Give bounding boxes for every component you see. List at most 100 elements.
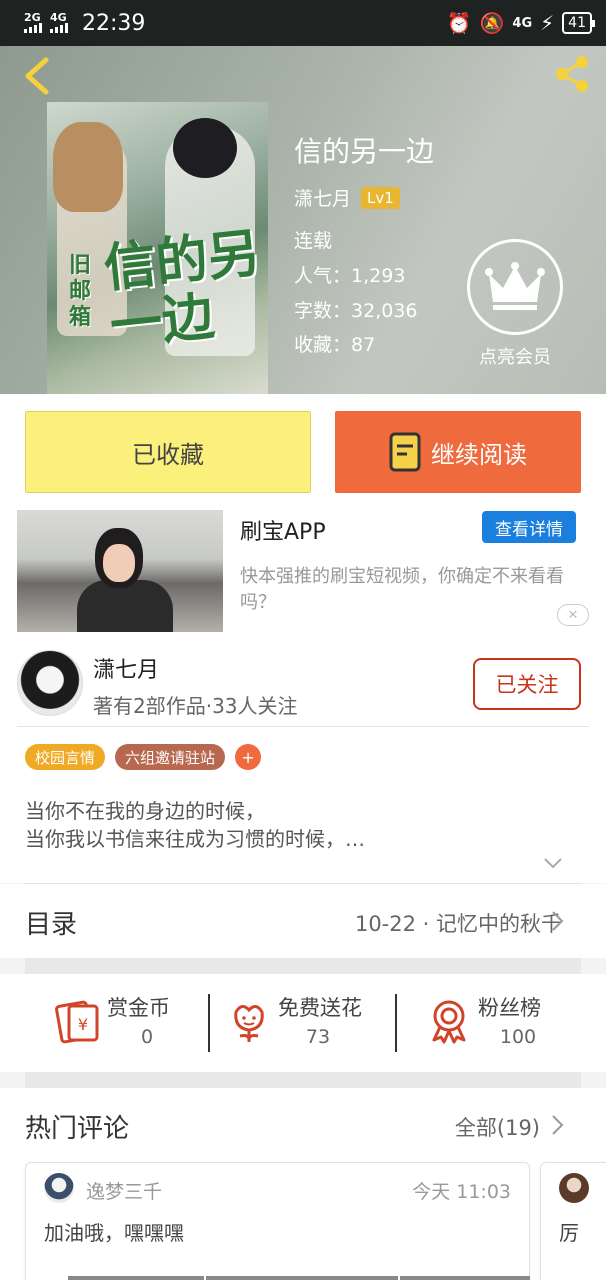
reward-label: 粉丝榜: [478, 996, 541, 1020]
back-arrow-icon[interactable]: [20, 56, 56, 96]
action-bar: 已收藏 继续阅读: [0, 394, 606, 502]
author-summary: 著有2部作品·33人关注: [93, 694, 298, 718]
battery-icon: 41: [562, 12, 595, 34]
reward-label: 赏金币: [107, 996, 170, 1020]
bottom-indicator: [400, 1276, 530, 1280]
add-tag-button[interactable]: +: [235, 744, 262, 770]
commenter-name[interactable]: 逸梦三千: [86, 1177, 162, 1204]
popularity-row: 人气：1,293: [294, 261, 405, 288]
signal-4g-icon: 4G: [50, 11, 68, 33]
reward-value: 100: [499, 1026, 537, 1048]
bottom-indicator: [68, 1276, 204, 1280]
synopsis-line: 当你我以书信来往成为习惯的时候，…: [25, 827, 365, 851]
divider: [208, 994, 210, 1052]
tag-list: 校园言情 六组邀请驻站 +: [25, 744, 262, 770]
reward-label: 免费送花: [278, 996, 362, 1020]
word-count-value: 32,036: [351, 300, 418, 322]
ad-image-person-face: [103, 544, 135, 582]
bottom-indicator: [206, 1276, 398, 1280]
word-count-row: 字数：32,036: [294, 296, 418, 323]
favorites-row: 收藏：87: [294, 330, 375, 357]
cover-subtitle: 旧邮箱: [69, 252, 92, 330]
cover-figure-boy-hair: [173, 118, 237, 178]
cover-title: 信的另一边: [101, 222, 263, 358]
network-4g-label: 4G: [50, 11, 67, 24]
comment-card[interactable]: 厉: [540, 1162, 606, 1280]
ad-title: 刷宝APP: [240, 520, 326, 545]
book-header: 旧邮箱 信的另一边 信的另一边 潇七月 Lv1 连载 人气：1,293 字数：3…: [0, 46, 606, 394]
chevron-down-icon[interactable]: [543, 857, 563, 869]
ad-image[interactable]: [17, 510, 223, 632]
level-badge: Lv1: [361, 186, 400, 209]
section-gap: [25, 958, 581, 974]
collected-button[interactable]: 已收藏: [25, 411, 311, 493]
book-cover[interactable]: 旧邮箱 信的另一边: [47, 102, 268, 394]
hot-comments-section: 热门评论 全部(19) 逸梦三千 今天 11:03 加油哦，嘿嘿嘿 厉: [0, 1088, 606, 1280]
ribbon-medal-icon: [432, 1000, 466, 1044]
chevron-right-icon: [552, 911, 564, 931]
comment-card[interactable]: 逸梦三千 今天 11:03 加油哦，嘿嘿嘿: [25, 1162, 530, 1280]
comment-time: 今天 11:03: [412, 1181, 511, 1203]
reward-flowers[interactable]: 免费送花 73: [226, 990, 406, 1056]
popularity-value: 1,293: [351, 265, 406, 287]
mute-bell-icon: 🔕: [479, 11, 505, 35]
all-comments-link[interactable]: 全部(19): [455, 1112, 540, 1142]
book-synopsis[interactable]: 当你不在我的身边的时候， 当你我以书信来往成为习惯的时候，…: [25, 797, 581, 853]
book-title: 信的另一边: [294, 135, 435, 168]
network-2g-label: 2G: [24, 11, 41, 24]
ad-image-person-body: [77, 580, 173, 632]
alarm-icon: ⏰: [446, 11, 472, 35]
toc-label: 目录: [25, 910, 78, 940]
rewards-bar: ¥ 赏金币 0 免费送花 73 粉丝榜 100: [0, 974, 606, 1072]
share-icon[interactable]: [550, 52, 594, 96]
continue-reading-label: 继续阅读: [431, 440, 527, 469]
tag-invited[interactable]: 六组邀请驻站: [115, 744, 226, 770]
commenter-avatar[interactable]: [44, 1173, 74, 1203]
favorites-label: 收藏：: [294, 334, 352, 356]
ad-details-button[interactable]: 查看详情: [482, 511, 576, 543]
status-right: ⏰ 🔕 4G ⚡ 41: [446, 11, 595, 35]
signal-2g-icon: 2G: [24, 11, 42, 33]
chevron-right-icon[interactable]: [550, 1114, 564, 1136]
status-left: 2G 4G 22:39: [24, 11, 145, 36]
author-name[interactable]: 潇七月: [93, 652, 159, 684]
charging-icon: ⚡: [540, 11, 555, 35]
ad-banner[interactable]: 刷宝APP 查看详情 快本强推的刷宝短视频，你确定不来看看吗？ ✕: [0, 502, 606, 642]
ad-description: 快本强推的刷宝短视频，你确定不来看看吗？: [240, 566, 564, 613]
gold-coin-icon: ¥: [55, 1000, 99, 1044]
commenter-avatar[interactable]: [559, 1173, 589, 1203]
continue-reading-button[interactable]: 继续阅读: [335, 411, 581, 493]
flower-icon: [234, 1005, 264, 1042]
author-avatar[interactable]: [17, 650, 83, 716]
crown-icon: [467, 239, 563, 335]
synopsis-line: 当你不在我的身边的时候，: [25, 799, 265, 823]
comment-text: 加油哦，嘿嘿嘿: [44, 1221, 184, 1245]
favorites-value: 87: [351, 334, 376, 356]
serial-status: 连载: [294, 230, 333, 252]
ad-close-icon[interactable]: ✕: [557, 604, 589, 626]
intro-section: 校园言情 六组邀请驻站 + 当你不在我的身边的时候， 当你我以书信来往成为习惯的…: [0, 727, 606, 883]
svg-text:¥: ¥: [78, 1015, 88, 1034]
clock: 22:39: [82, 10, 146, 36]
hot-comments-title: 热门评论: [25, 1114, 130, 1144]
reward-value: 73: [305, 1026, 331, 1048]
reward-value: 0: [140, 1026, 154, 1048]
word-count-label: 字数：: [294, 300, 352, 322]
network-4g-right: 4G: [512, 15, 533, 31]
followed-button[interactable]: 已关注: [473, 658, 581, 710]
section-gap: [25, 1072, 581, 1088]
cover-figure-girl-hair: [53, 122, 123, 212]
book-author-row: 潇七月 Lv1: [294, 184, 400, 211]
vip-label: 点亮会员: [479, 347, 551, 368]
status-bar: 2G 4G 22:39 ⏰ 🔕 4G ⚡ 41: [0, 0, 606, 46]
comment-text: 厉: [559, 1221, 579, 1245]
author-section: 潇七月 著有2部作品·33人关注 已关注: [0, 642, 606, 730]
table-of-contents-row[interactable]: 目录 10-22 · 记忆中的秋千: [0, 884, 606, 958]
reward-fan-ranking[interactable]: 粉丝榜 100: [426, 990, 606, 1056]
book-icon: [389, 432, 421, 472]
book-author[interactable]: 潇七月: [294, 184, 351, 211]
tag-campus-romance[interactable]: 校园言情: [25, 744, 106, 770]
popularity-label: 人气：: [294, 265, 352, 287]
divider: [395, 994, 397, 1052]
vip-member-button[interactable]: 点亮会员: [467, 239, 563, 369]
